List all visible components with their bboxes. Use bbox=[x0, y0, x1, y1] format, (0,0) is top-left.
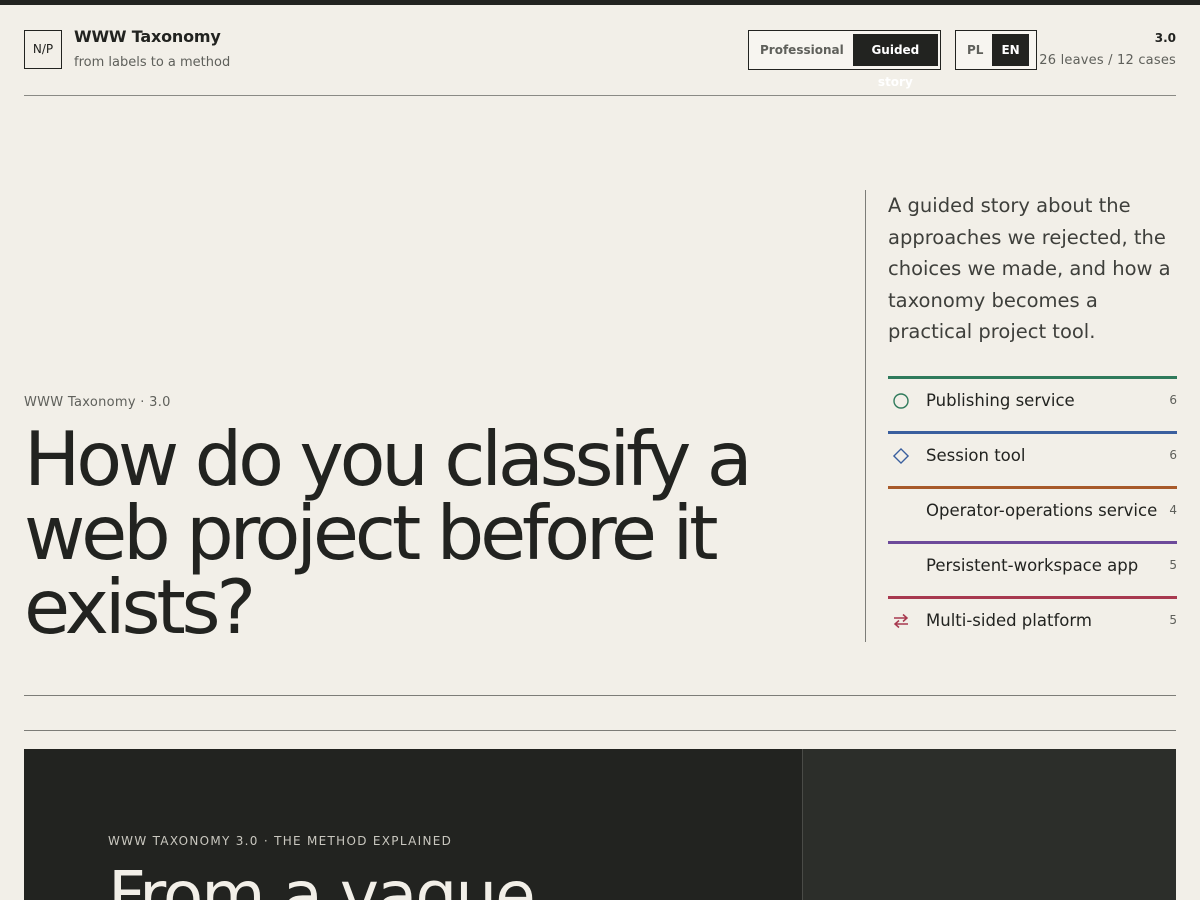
category-label: Publishing service bbox=[926, 391, 1075, 410]
category-count: 5 bbox=[1169, 613, 1177, 627]
stats-label: 26 leaves / 12 cases bbox=[1039, 53, 1176, 68]
mode-guided-story-button[interactable]: Guided story bbox=[852, 34, 938, 89]
version-label: 3.0 bbox=[1154, 31, 1176, 45]
lang-en-button[interactable]: EN bbox=[992, 34, 1029, 66]
category-count: 6 bbox=[1169, 448, 1177, 462]
category-label: Operator-operations service bbox=[926, 501, 1158, 520]
site-header: N/P WWW Taxonomy from labels to a method… bbox=[24, 5, 1176, 96]
category-count: 5 bbox=[1169, 558, 1177, 572]
category-item-session-tool[interactable]: Session tool 6 bbox=[888, 431, 1177, 486]
method-section-title: From a vague bbox=[108, 857, 536, 900]
divider bbox=[24, 730, 1176, 731]
category-label: Session tool bbox=[926, 446, 1026, 465]
divider bbox=[24, 695, 1176, 696]
site-subtitle: from labels to a method bbox=[74, 55, 231, 70]
hero-eyebrow: WWW Taxonomy · 3.0 bbox=[24, 395, 171, 410]
diamond-icon bbox=[892, 447, 910, 465]
method-section-eyebrow: WWW TAXONOMY 3.0 · THE METHOD EXPLAINED bbox=[108, 834, 453, 848]
mode-professional-button[interactable]: Professional bbox=[751, 34, 853, 66]
category-count: 6 bbox=[1169, 393, 1177, 407]
category-item-publishing-service[interactable]: Publishing service 6 bbox=[888, 376, 1177, 431]
logo[interactable]: N/P bbox=[24, 30, 62, 69]
category-label: Persistent-workspace app bbox=[926, 556, 1139, 575]
category-list: Publishing service 6 Session tool 6 Oper… bbox=[888, 376, 1177, 651]
hero-description: A guided story about the approaches we r… bbox=[888, 194, 1171, 343]
lang-pl-button[interactable]: PL bbox=[958, 34, 992, 66]
category-item-persistent-workspace-app[interactable]: Persistent-workspace app 5 bbox=[888, 541, 1177, 596]
method-section: WWW TAXONOMY 3.0 · THE METHOD EXPLAINED … bbox=[24, 749, 1176, 900]
site-title[interactable]: WWW Taxonomy bbox=[74, 27, 221, 46]
category-label: Multi-sided platform bbox=[926, 611, 1092, 630]
category-count: 4 bbox=[1169, 503, 1177, 517]
method-section-side-panel bbox=[802, 749, 1176, 900]
swap-arrows-icon bbox=[892, 612, 910, 630]
language-toggle: PL EN bbox=[955, 30, 1037, 70]
category-item-operator-operations-service[interactable]: Operator-operations service 4 bbox=[888, 486, 1177, 541]
hero-title: How do you classify a web project before… bbox=[24, 415, 753, 651]
category-item-multi-sided-platform[interactable]: Multi-sided platform 5 bbox=[888, 596, 1177, 651]
circle-icon bbox=[892, 392, 910, 410]
hero-sidebar: A guided story about the approaches we r… bbox=[865, 190, 1177, 642]
mode-toggle: Professional Guided story bbox=[748, 30, 941, 89]
